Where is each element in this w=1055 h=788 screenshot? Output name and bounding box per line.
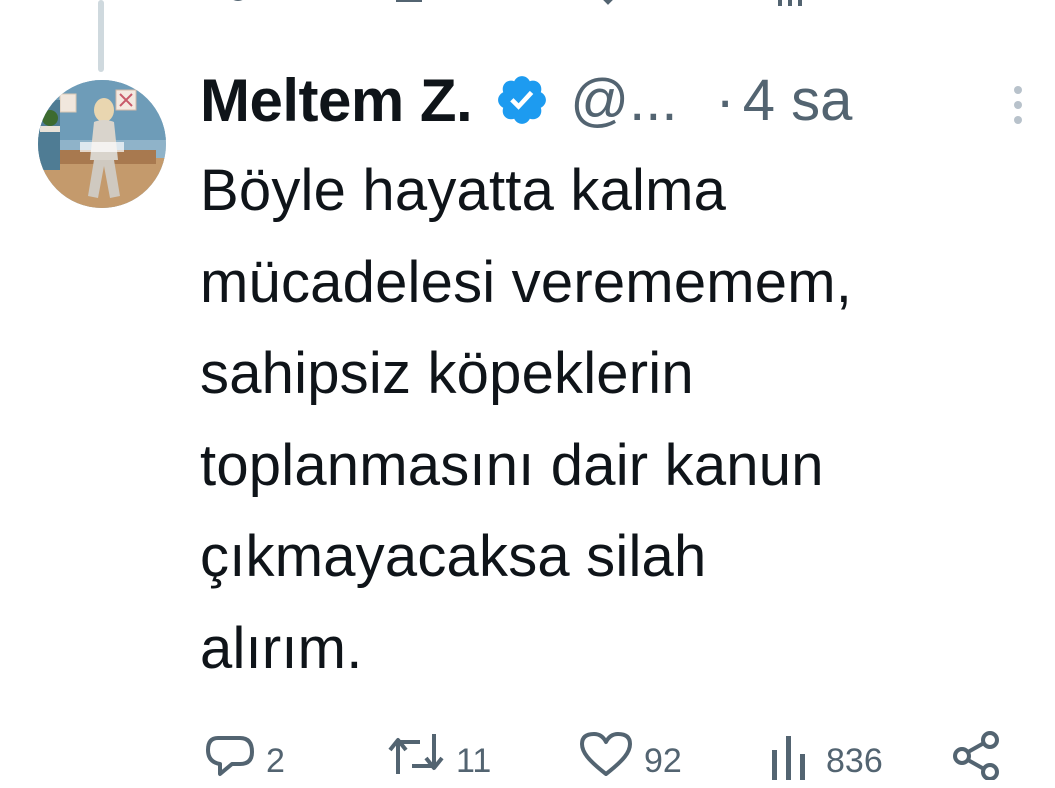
previous-tweet-action-bar: [0, 0, 1055, 8]
author-display-name[interactable]: Meltem Z.: [200, 66, 473, 135]
reply-count: 2: [266, 742, 285, 780]
views-count: 836: [826, 742, 883, 780]
retweet-count: 11: [456, 742, 492, 780]
heart-icon[interactable]: [588, 0, 628, 8]
tweet-body-text: Böyle hayatta kalma mücadelesi verememem…: [200, 158, 853, 681]
verified-badge-icon[interactable]: [494, 72, 550, 128]
views-bar-chart-icon[interactable]: [772, 0, 812, 8]
avatar-photo: [38, 80, 166, 208]
share-icon[interactable]: [970, 0, 1010, 8]
retweet-icon: [388, 734, 444, 774]
avatar[interactable]: [38, 80, 166, 208]
like-button[interactable]: 92: [578, 728, 682, 781]
share-button[interactable]: [950, 728, 1002, 780]
retweet-button[interactable]: 11: [386, 728, 491, 781]
tweet-timestamp[interactable]: 4 sa: [743, 67, 853, 134]
author-handle[interactable]: @...: [570, 67, 677, 134]
retweet-icon[interactable]: [392, 0, 442, 8]
reply-bubble-icon: [206, 736, 254, 776]
views-button[interactable]: 836: [766, 728, 883, 781]
tweet-action-bar: 2 11 92 836: [0, 728, 1055, 788]
time-separator: ·: [715, 67, 735, 133]
views-bar-chart-icon: [772, 736, 805, 780]
reply-bubble-icon[interactable]: [218, 0, 258, 8]
share-icon: [953, 731, 999, 780]
more-vertical-icon[interactable]: [1006, 82, 1030, 128]
reply-button[interactable]: 2: [204, 728, 285, 781]
tweet-header: Meltem Z. @... · 4 sa: [200, 62, 1040, 138]
heart-icon: [580, 732, 632, 776]
like-count: 92: [644, 742, 682, 780]
thread-connector-line: [98, 0, 104, 72]
